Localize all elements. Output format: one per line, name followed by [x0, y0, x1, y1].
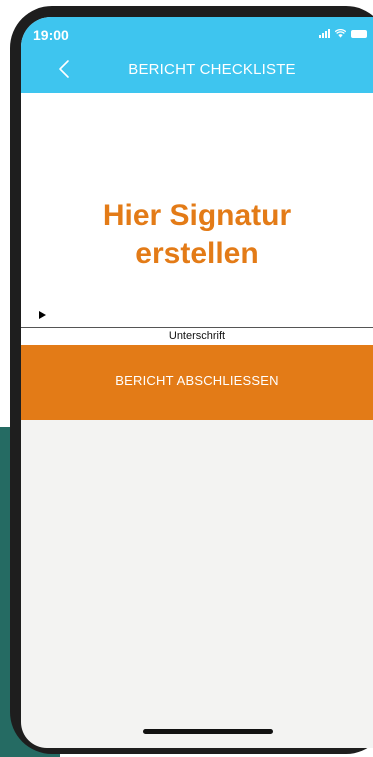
page-title: BERICHT CHECKLISTE: [128, 61, 296, 78]
wifi-icon: [335, 29, 346, 38]
app-header: 19:00 BERICHT CHECKLISTE: [21, 17, 373, 93]
signature-caption: Unterschrift: [168, 330, 226, 342]
battery-icon: [351, 30, 367, 38]
signature-line: [21, 327, 373, 328]
signature-prompt: Hier Signatur erstellen: [102, 199, 292, 270]
pen-marker-icon: [39, 311, 46, 319]
finish-report-button[interactable]: BERICHT ABSCHLIESSEN: [21, 345, 373, 420]
home-indicator[interactable]: [143, 729, 273, 734]
signature-pad[interactable]: Hier Signatur erstellen Unterschrift: [21, 93, 373, 345]
chevron-left-icon[interactable]: [57, 59, 73, 79]
status-time: 19:00: [33, 27, 69, 43]
app-screen: 19:00 BERICHT CHECKLISTE Hier Signatur e…: [21, 17, 373, 748]
stage: 19:00 BERICHT CHECKLISTE Hier Signatur e…: [0, 0, 373, 757]
signal-icon: [319, 29, 330, 38]
status-icons: [319, 29, 367, 38]
